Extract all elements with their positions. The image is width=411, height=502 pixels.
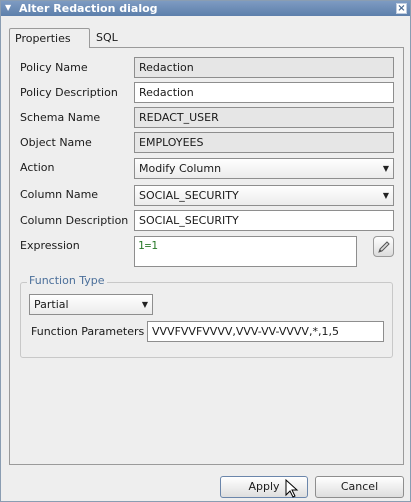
object-name-field: EMPLOYEES: [134, 132, 394, 153]
title-bar[interactable]: ▼ Alter Redaction dialog ×: [1, 1, 410, 16]
mouse-cursor-icon: [285, 479, 299, 498]
window-menu-icon[interactable]: ▼: [5, 2, 17, 14]
action-label: Action: [20, 161, 55, 174]
dropdown-arrow-icon: ▼: [141, 300, 148, 309]
policy-description-field[interactable]: Redaction: [134, 82, 394, 103]
schema-name-label: Schema Name: [20, 111, 101, 124]
policy-name-label: Policy Name: [20, 61, 88, 74]
policy-name-field: Redaction: [134, 57, 394, 78]
column-name-dropdown-value: SOCIAL_SECURITY: [139, 189, 239, 202]
close-button[interactable]: ×: [396, 3, 407, 14]
function-type-dropdown[interactable]: Partial ▼: [29, 294, 153, 315]
column-name-label: Column Name: [20, 188, 99, 201]
tab-properties[interactable]: Properties: [9, 28, 90, 48]
column-description-label: Column Description: [20, 214, 129, 227]
tab-sql[interactable]: SQL: [96, 28, 136, 48]
function-type-value: Partial: [34, 298, 69, 311]
dropdown-arrow-icon: ▼: [382, 164, 389, 173]
dialog-title: Alter Redaction dialog: [19, 2, 158, 15]
expression-textarea[interactable]: 1=1: [134, 236, 357, 267]
column-description-field[interactable]: SOCIAL_SECURITY: [134, 210, 394, 231]
schema-name-field: REDACT_USER: [134, 107, 394, 128]
edit-expression-button[interactable]: [373, 236, 394, 257]
cancel-button[interactable]: Cancel: [315, 476, 404, 498]
alter-redaction-dialog: ▼ Alter Redaction dialog × Properties SQ…: [0, 0, 411, 502]
expression-label: Expression: [20, 239, 80, 252]
action-dropdown[interactable]: Modify Column ▼: [134, 158, 394, 179]
policy-description-label: Policy Description: [20, 86, 118, 99]
dropdown-arrow-icon: ▼: [382, 191, 389, 200]
function-parameters-label: Function Parameters: [31, 325, 145, 338]
pencil-icon: [378, 241, 390, 253]
object-name-label: Object Name: [20, 136, 92, 149]
action-dropdown-value: Modify Column: [139, 162, 222, 175]
function-type-legend: Function Type: [27, 274, 107, 288]
column-name-dropdown[interactable]: SOCIAL_SECURITY ▼: [134, 185, 394, 206]
function-parameters-field[interactable]: VVVFVVFVVVV,VVV-VV-VVVV,*,1,5: [147, 321, 384, 342]
